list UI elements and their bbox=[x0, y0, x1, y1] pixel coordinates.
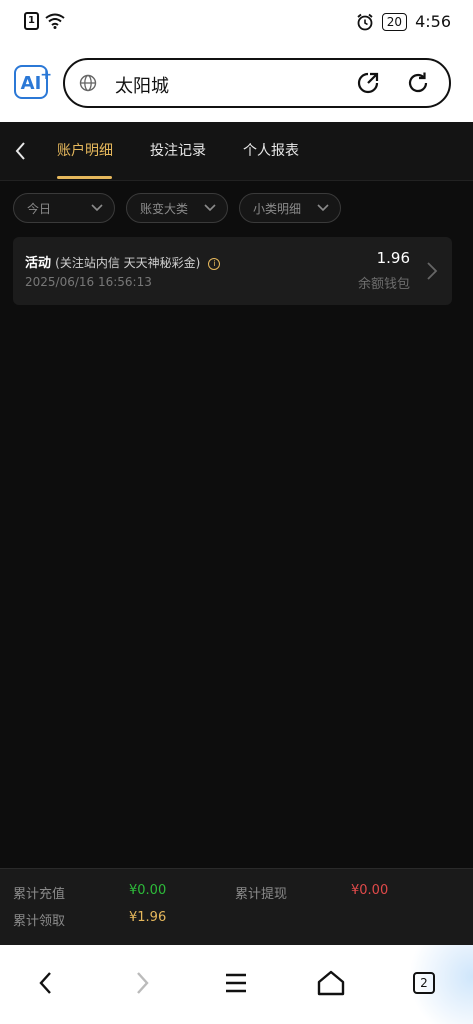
record-amount: 1.96 bbox=[376, 249, 410, 267]
record-title: 活动 bbox=[25, 256, 52, 271]
tab-personal-report[interactable]: 个人报表 bbox=[243, 140, 299, 160]
sim-icon: 1 bbox=[24, 12, 39, 30]
battery-icon: 20 bbox=[381, 12, 408, 31]
tabs-icon[interactable]: 2 bbox=[413, 972, 435, 994]
chevron-down-icon bbox=[317, 204, 329, 212]
status-right: 20 4:56 bbox=[356, 12, 451, 31]
forward-icon[interactable] bbox=[132, 969, 152, 997]
status-left: 1 bbox=[24, 12, 65, 30]
wifi-icon bbox=[45, 13, 65, 29]
status-time: 4:56 bbox=[415, 12, 451, 31]
chevron-down-icon bbox=[91, 204, 103, 212]
claim-label: 累计领取 bbox=[13, 914, 66, 929]
chevron-down-icon bbox=[204, 204, 216, 212]
status-bar: 1 20 4:56 bbox=[0, 0, 473, 48]
filter-bar: 今日 账变大类 小类明细 bbox=[13, 193, 341, 223]
browser-nav-bar: 2 bbox=[0, 945, 473, 1024]
record-subtitle: (关注站内信 天天神秘彩金) bbox=[55, 256, 201, 270]
back-icon[interactable] bbox=[36, 969, 56, 997]
filter-major-label: 账变大类 bbox=[140, 201, 189, 216]
page-tabs: 账户明细 投注记录 个人报表 bbox=[0, 122, 473, 181]
filter-date-label: 今日 bbox=[27, 201, 52, 216]
tab-bet-records[interactable]: 投注记录 bbox=[150, 140, 206, 160]
filter-date[interactable]: 今日 bbox=[13, 193, 115, 223]
filter-major-category[interactable]: 账变大类 bbox=[126, 193, 228, 223]
tab-account-detail[interactable]: 账户明细 bbox=[57, 140, 113, 160]
record-item[interactable]: 活动 (关注站内信 天天神秘彩金) i 2025/06/16 16:56:13 … bbox=[13, 237, 452, 305]
ai-logo-icon[interactable]: AI + bbox=[14, 65, 52, 99]
share-icon[interactable] bbox=[355, 70, 381, 96]
record-wallet: 余额钱包 bbox=[357, 277, 410, 292]
chevron-right-icon bbox=[427, 262, 438, 280]
withdraw-label: 累计提现 bbox=[235, 887, 288, 902]
reload-icon[interactable] bbox=[405, 70, 431, 96]
browser-toolbar: AI + 太阳城 bbox=[0, 48, 473, 122]
home-icon[interactable] bbox=[316, 969, 346, 997]
info-icon[interactable]: i bbox=[208, 257, 221, 270]
active-tab-indicator bbox=[57, 176, 112, 179]
url-text[interactable]: 太阳城 bbox=[115, 72, 169, 98]
record-date: 2025/06/16 16:56:13 bbox=[25, 275, 152, 289]
recharge-value: ¥0.00 bbox=[129, 883, 167, 898]
menu-icon[interactable] bbox=[224, 969, 248, 997]
summary-panel: 累计充值 ¥0.00 累计提现 ¥0.00 累计领取 ¥1.96 bbox=[0, 868, 473, 945]
back-arrow-icon[interactable] bbox=[12, 140, 30, 162]
globe-icon bbox=[79, 74, 97, 92]
address-bar[interactable]: 太阳城 bbox=[63, 58, 451, 108]
withdraw-value: ¥0.00 bbox=[351, 883, 389, 898]
filter-sub-label: 小类明细 bbox=[253, 201, 302, 216]
claim-value: ¥1.96 bbox=[129, 910, 167, 925]
filter-sub-category[interactable]: 小类明细 bbox=[239, 193, 341, 223]
alarm-icon bbox=[357, 13, 373, 30]
record-title-row: 活动 (关注站内信 天天神秘彩金) i bbox=[25, 252, 221, 271]
recharge-label: 累计充值 bbox=[13, 887, 66, 902]
